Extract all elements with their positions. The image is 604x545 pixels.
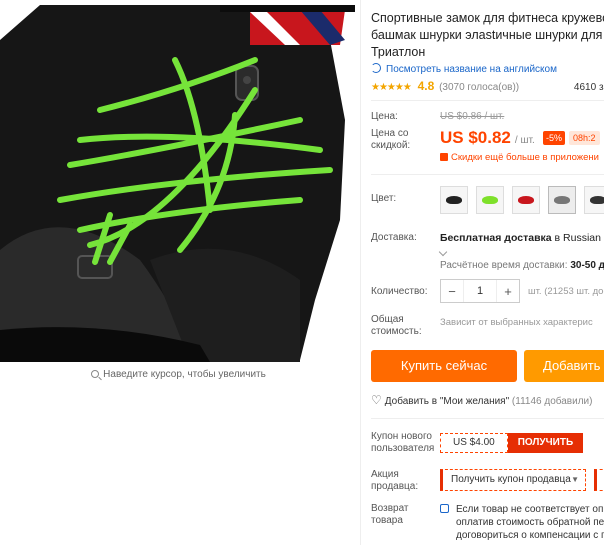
magnifier-icon xyxy=(91,370,100,378)
swatch-preview xyxy=(590,196,604,204)
orders-count: 4610 заказа xyxy=(573,82,604,93)
quantity-stepper: − 1 + xyxy=(440,279,520,303)
product-image[interactable] xyxy=(0,0,357,362)
returns-info: Если товар не соответствует опи оплатив … xyxy=(440,503,604,542)
divider xyxy=(371,418,604,419)
discount-price: US $0.82/ шт. xyxy=(440,128,535,147)
buy-now-button[interactable]: Купить сейчас xyxy=(371,350,517,382)
zoom-hint-text: Наведите курсор, чтобы увеличить xyxy=(103,369,266,380)
product-details: Спортивные замок для фитнеса кружево баш… xyxy=(362,0,604,545)
divider xyxy=(371,174,604,175)
color-label: Цвет: xyxy=(371,193,397,204)
shoe-photo xyxy=(0,0,357,362)
get-coupon-button[interactable]: ПОЛУЧИТЬ xyxy=(507,433,584,453)
coupon-label: Купон нового пользователя xyxy=(371,431,435,454)
translate-link[interactable]: Посмотреть название на английском xyxy=(371,63,557,75)
swatch-preview xyxy=(518,196,534,204)
translate-icon xyxy=(371,63,381,73)
swatch-green[interactable] xyxy=(476,186,504,214)
quantity-decrease-button[interactable]: − xyxy=(441,284,463,299)
seller-promo-label: Акция продавца: xyxy=(371,469,419,492)
quantity-increase-button[interactable]: + xyxy=(497,284,519,299)
discount-price-label: Цена со скидкой: xyxy=(371,128,411,151)
coupon-amount: US $4.00 xyxy=(440,433,508,453)
total-label: Общая стоимость: xyxy=(371,314,422,337)
rating-stars-icon: ★★★★★ xyxy=(371,82,412,93)
swatch-preview xyxy=(554,196,570,204)
divider xyxy=(371,100,604,101)
new-user-coupon: US $4.00 ПОЛУЧИТЬ xyxy=(440,433,584,453)
product-title: Спортивные замок для фитнеса кружево баш… xyxy=(371,11,604,59)
old-price: US $0.86 / шт. xyxy=(440,111,505,122)
heart-icon: ♡ xyxy=(371,393,382,407)
info-icon xyxy=(440,504,449,513)
swatch-red[interactable] xyxy=(512,186,540,214)
chevron-down-icon[interactable] xyxy=(438,246,448,258)
divider xyxy=(360,0,361,545)
swatch-preview xyxy=(482,196,498,204)
add-to-wishlist[interactable]: ♡ Добавить в "Мои желания" (11146 добавил… xyxy=(371,393,592,407)
swatch-preview xyxy=(446,196,462,204)
swatch-black[interactable] xyxy=(440,186,468,214)
swatch-gray[interactable] xyxy=(548,186,576,214)
add-to-cart-button[interactable]: Добавить xyxy=(524,350,604,382)
price-label: Цена: xyxy=(371,111,398,122)
rating-votes[interactable]: (3070 голоса(ов)) xyxy=(439,82,519,93)
quantity-label: Количество: xyxy=(371,286,428,297)
quantity-input[interactable]: 1 xyxy=(463,280,497,302)
countdown-timer: 08h:2 xyxy=(569,131,600,145)
rating-score: 4.8 xyxy=(417,79,435,93)
zoom-hint: Наведите курсор, чтобы увеличить xyxy=(0,369,357,380)
color-swatches xyxy=(440,186,604,214)
rating-row: ★★★★★ 4.8 (3070 голоса(ов)) 4610 заказа xyxy=(371,79,604,93)
shipping-option[interactable]: Бесплатная доставка в Russian Fe xyxy=(440,232,604,244)
caret-down-icon: ▼ xyxy=(571,475,579,484)
total-note: Зависит от выбранных характерис xyxy=(440,317,593,328)
returns-label: Возврат товара xyxy=(371,503,409,526)
app-deal-link[interactable]: Скидки ещё больше в приложени xyxy=(440,152,599,163)
swatch-dark[interactable] xyxy=(584,186,604,214)
shipping-label: Доставка: xyxy=(371,232,417,243)
seller-coupon-dropdown[interactable]: Получить купон продавца ▼ xyxy=(440,469,586,491)
discount-badge: -5% xyxy=(543,131,566,145)
stock-info: шт. (21253 шт. досту xyxy=(528,286,604,297)
app-icon xyxy=(440,153,448,161)
delivery-estimate: Расчётное время доставки: 30-50 д xyxy=(440,260,604,271)
seller-coupon-extra[interactable] xyxy=(594,469,604,491)
